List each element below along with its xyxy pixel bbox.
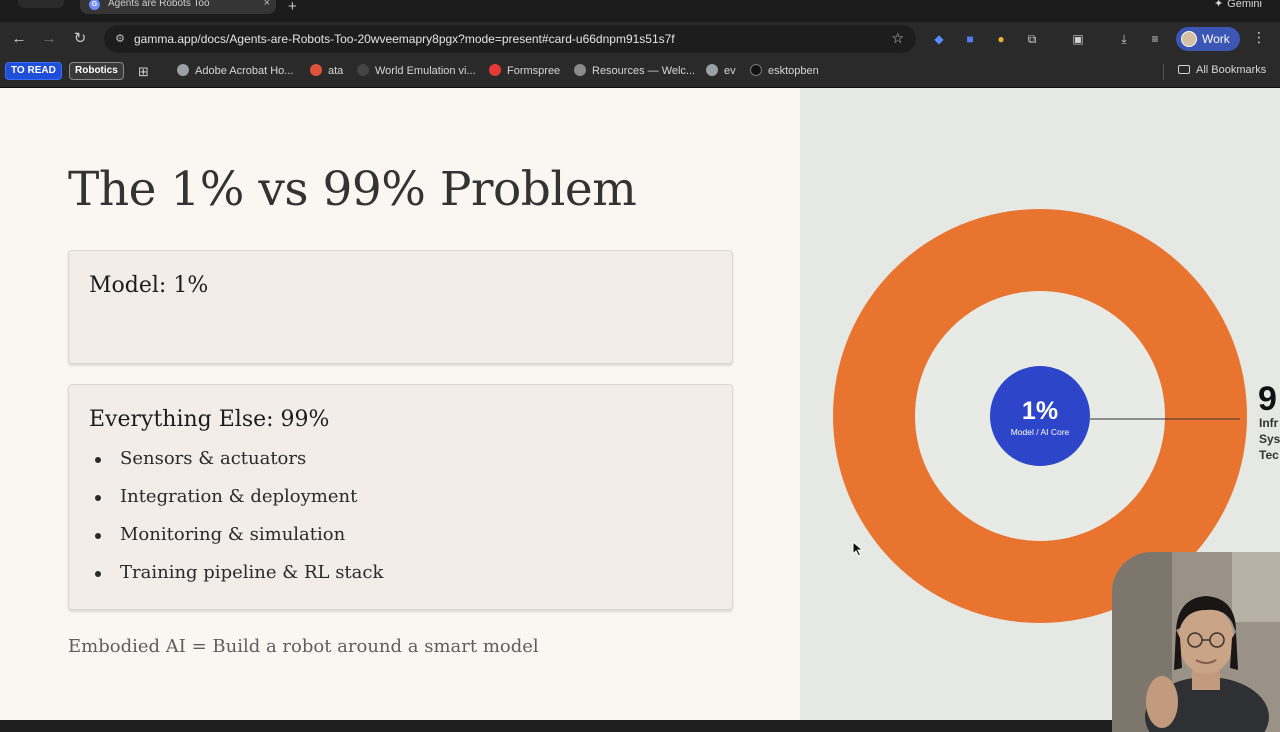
address-url[interactable]: gamma.app/docs/Agents-are-Robots-Too-20w…: [134, 32, 675, 46]
globe-icon: [706, 64, 718, 76]
presenter-video-frame: [1112, 552, 1280, 732]
profile-work-label: Work: [1202, 32, 1230, 46]
card-everything-heading: Everything Else: 99%: [89, 407, 330, 432]
card-model-heading: Model: 1%: [89, 273, 209, 298]
tab-strip: G Agents are Robots Too × + ✦ Gemini: [0, 0, 1280, 22]
slide-title: The 1% vs 99% Problem: [68, 162, 637, 217]
profile-work-button[interactable]: Work: [1176, 27, 1240, 51]
menu-kebab-icon[interactable]: ⋮: [1252, 29, 1266, 46]
list-item: Integration & deployment: [93, 486, 383, 524]
bookmark-item[interactable]: Formspree: [489, 64, 560, 77]
bookmark-label: esktopben: [768, 65, 819, 77]
gemini-label: Gemini: [1227, 0, 1262, 10]
bookmark-star-icon[interactable]: ☆: [891, 30, 904, 47]
site-info-icon[interactable]: ⚙: [112, 31, 128, 47]
bookmarks-divider: [1163, 64, 1164, 80]
bookmark-label: ata: [328, 65, 344, 77]
reading-list-icon[interactable]: ≡: [1145, 29, 1165, 49]
outer-caption-line: Infr: [1259, 416, 1279, 430]
formspree-icon: [489, 64, 501, 76]
slide-footnote: Embodied AI = Build a robot around a sma…: [68, 636, 539, 657]
list-item: Sensors & actuators: [93, 448, 383, 486]
gemini-button[interactable]: ✦ Gemini: [1214, 0, 1262, 10]
mouse-cursor-icon: [852, 541, 864, 557]
back-arrow-icon[interactable]: ←: [8, 28, 30, 50]
all-bookmarks-button[interactable]: All Bookmarks: [1178, 64, 1266, 76]
outer-caption-line: Sys: [1259, 432, 1280, 446]
active-tab[interactable]: G Agents are Robots Too ×: [80, 0, 276, 14]
bookmarks-bar: TO READ Robotics ⊞ Adobe Acrobat Ho... a…: [0, 56, 1280, 88]
new-tab-plus-icon[interactable]: +: [288, 0, 297, 15]
bookmark-label: ev: [724, 65, 736, 77]
apps-grid-icon[interactable]: ⊞: [138, 64, 149, 80]
reload-icon[interactable]: ↻: [69, 28, 91, 50]
list-item: Training pipeline & RL stack: [93, 562, 383, 600]
bullet-list: Sensors & actuators Integration & deploy…: [93, 448, 383, 600]
tab-title: Agents are Robots Too: [108, 0, 210, 9]
bookmark-item[interactable]: Resources — Welc...: [574, 64, 695, 77]
core-value-label: 1%: [1022, 397, 1058, 425]
extension-blue-icon[interactable]: ◆: [929, 29, 949, 49]
sunburst-icon: [310, 64, 322, 76]
all-bookmarks-label: All Bookmarks: [1196, 64, 1267, 76]
forward-arrow-icon[interactable]: →: [38, 28, 60, 50]
download-icon[interactable]: ⤓: [1114, 29, 1134, 49]
pinned-tab[interactable]: [18, 0, 64, 8]
page-icon: [357, 64, 369, 76]
bookmark-item[interactable]: Adobe Acrobat Ho...: [177, 64, 293, 77]
bookmark-item[interactable]: esktopben: [750, 64, 819, 77]
gemini-sparkle-icon: ✦: [1213, 0, 1224, 10]
presenter-webcam: [1112, 552, 1280, 732]
slide-text-area: The 1% vs 99% Problem Model: 1% Everythi…: [0, 88, 800, 720]
resources-icon: [574, 64, 586, 76]
browser-toolbar: ← → ↻ ⚙ gamma.app/docs/Agents-are-Robots…: [0, 22, 1280, 56]
card-model: Model: 1%: [68, 250, 733, 364]
card-everything-else: Everything Else: 99% Sensors & actuators…: [68, 384, 733, 610]
gamma-favicon-icon: G: [89, 0, 100, 10]
bookmark-folder-robotics[interactable]: Robotics: [69, 62, 124, 80]
triangle-icon: [750, 64, 762, 76]
folder-icon: [1178, 65, 1190, 74]
outer-caption-line: Tec: [1259, 448, 1279, 462]
bookmark-label: Resources — Welc...: [592, 65, 696, 77]
extensions-puzzle-icon[interactable]: ⧉: [1022, 29, 1042, 49]
core-caption-label: Model / AI Core: [1011, 427, 1070, 437]
outer-value-label: 9: [1258, 380, 1277, 418]
extension-square-icon[interactable]: ■: [960, 29, 980, 49]
bookmark-folder-to-read[interactable]: TO READ: [5, 62, 62, 80]
bookmark-item[interactable]: ata: [310, 64, 343, 77]
globe-icon: [177, 64, 189, 76]
bookmark-item[interactable]: ev: [706, 64, 736, 77]
list-item: Monitoring & simulation: [93, 524, 383, 562]
extension-chrome-icon[interactable]: ●: [991, 29, 1011, 49]
avatar: [1181, 31, 1197, 47]
bookmark-label: World Emulation vi...: [375, 65, 476, 77]
bookmark-label: Adobe Acrobat Ho...: [195, 65, 294, 77]
address-bar[interactable]: ⚙ gamma.app/docs/Agents-are-Robots-Too-2…: [104, 25, 916, 53]
tab-search-icon[interactable]: ▣: [1068, 29, 1088, 49]
tab-close-icon[interactable]: ×: [264, 0, 270, 9]
bookmark-label: Formspree: [507, 65, 561, 77]
bookmark-item[interactable]: World Emulation vi...: [357, 64, 476, 77]
